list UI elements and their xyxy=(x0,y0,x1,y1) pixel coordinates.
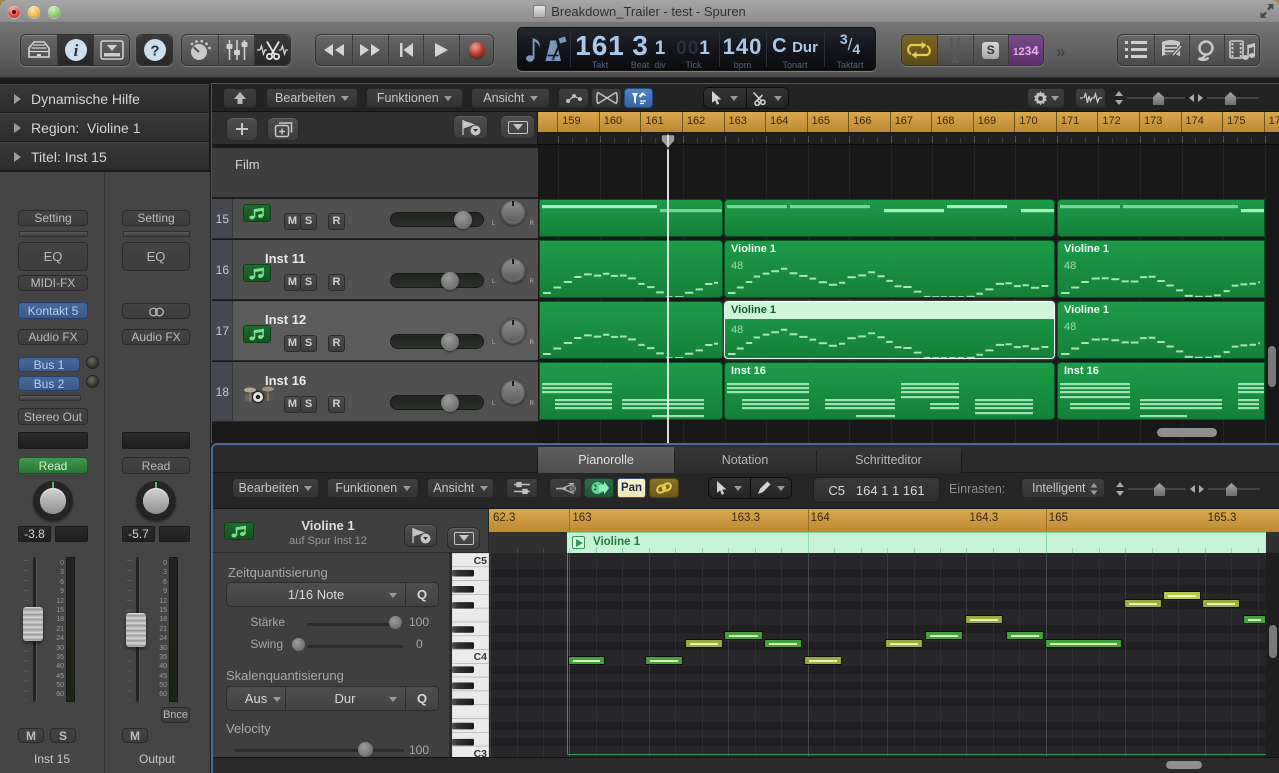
svg-text:i: i xyxy=(73,41,78,60)
svg-text:?: ? xyxy=(150,43,159,60)
